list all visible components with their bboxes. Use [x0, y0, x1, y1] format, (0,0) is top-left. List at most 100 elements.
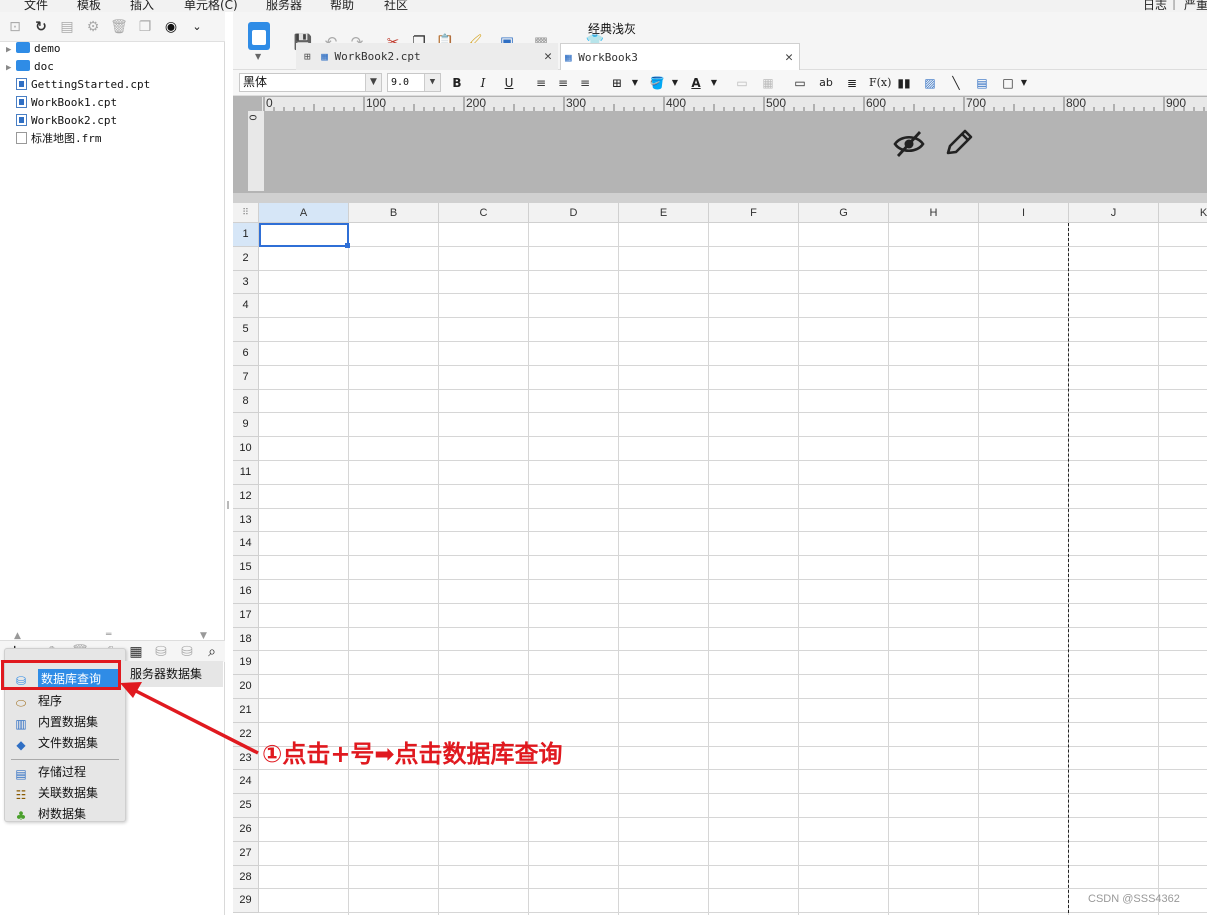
panel-splitter[interactable]: ‖: [226, 500, 230, 509]
italic-icon[interactable]: I: [474, 74, 492, 92]
row-header-25[interactable]: 25: [233, 794, 259, 818]
eye-hidden-icon[interactable]: [893, 130, 925, 158]
menu-severity[interactable]: 严重: [1184, 0, 1207, 12]
spreadsheet-grid[interactable]: ⠿ ABCDEFGHIJK 1 2 3 4 5 6 7 8 9 10 11 12 13 14 15 16 17 1…: [233, 203, 1207, 915]
tree-item-demo[interactable]: ▶ demo: [6, 40, 61, 58]
chevron-down-icon[interactable]: ▼: [705, 74, 723, 92]
unmerge-icon[interactable]: ▦: [759, 74, 777, 92]
menu-help[interactable]: 帮助: [330, 0, 354, 12]
expand-arrow-icon[interactable]: ▶: [6, 59, 16, 77]
menu-insert[interactable]: 插入: [130, 0, 154, 12]
column-header-e[interactable]: E: [619, 203, 709, 223]
insert-text-icon[interactable]: ▭: [791, 74, 809, 92]
menu-log[interactable]: 日志: [1143, 0, 1167, 12]
row-header-9[interactable]: 9: [233, 413, 259, 438]
underline-icon[interactable]: U: [500, 74, 518, 92]
tree-item-workbook1[interactable]: WorkBook1.cpt: [6, 94, 117, 112]
search-icon[interactable]: ⌕: [203, 643, 221, 661]
menu-community[interactable]: 社区: [384, 0, 408, 12]
tab-workbook2[interactable]: ⊞ ▦ WorkBook2.cpt ✕: [296, 43, 558, 70]
row-header-27[interactable]: 27: [233, 841, 259, 866]
merge-icon[interactable]: ▭: [733, 74, 751, 92]
font-size-select[interactable]: 9.0 ▼: [387, 73, 441, 92]
fill-handle[interactable]: [345, 243, 350, 248]
font-color-icon[interactable]: A: [687, 74, 705, 92]
menu-item-file[interactable]: ◆ 文件数据集: [13, 733, 98, 753]
settings-icon[interactable]: ⚙: [84, 18, 102, 36]
copy-icon[interactable]: ❐: [136, 18, 154, 36]
row-header-13[interactable]: 13: [233, 508, 259, 533]
formula-icon[interactable]: F(x): [869, 74, 891, 92]
header-separator[interactable]: [233, 193, 1207, 203]
row-header-3[interactable]: 3: [233, 270, 259, 295]
tree-item-workbook2[interactable]: WorkBook2.cpt: [6, 112, 117, 130]
chevron-down-icon[interactable]: ▼: [424, 74, 440, 91]
new-folder-icon[interactable]: ⊡: [6, 18, 24, 36]
delete-icon[interactable]: 🗑: [110, 18, 128, 36]
slash-icon[interactable]: ╲: [947, 74, 965, 92]
chart-icon[interactable]: ▮▮: [895, 74, 913, 92]
menu-cell[interactable]: 单元格(C): [184, 0, 238, 12]
row-header-7[interactable]: 7: [233, 365, 259, 390]
row-header-19[interactable]: 19: [233, 651, 259, 676]
column-header-i[interactable]: I: [979, 203, 1069, 223]
pencil-icon[interactable]: [943, 128, 975, 158]
row-header-12[interactable]: 12: [233, 484, 259, 509]
chevron-down-icon[interactable]: ▼: [255, 52, 261, 61]
db-cache-icon[interactable]: ⛁: [152, 643, 170, 661]
column-header-j[interactable]: J: [1069, 203, 1159, 223]
row-header-29[interactable]: 29: [233, 889, 259, 914]
locate-icon[interactable]: ◉: [162, 18, 180, 36]
row-header-4[interactable]: 4: [233, 294, 259, 319]
column-header-c[interactable]: C: [439, 203, 529, 223]
column-header-d[interactable]: D: [529, 203, 619, 223]
row-header-16[interactable]: 16: [233, 580, 259, 604]
row-header-23[interactable]: 23: [233, 746, 259, 771]
column-header-k[interactable]: K: [1159, 203, 1207, 223]
theme-label[interactable]: 经典浅灰: [588, 20, 636, 38]
row-header-14[interactable]: 14: [233, 532, 259, 557]
chevron-down-icon[interactable]: ▼: [666, 74, 684, 92]
row-header-2[interactable]: 2: [233, 246, 259, 271]
refresh-icon[interactable]: ↻: [32, 18, 50, 36]
row-header-28[interactable]: 28: [233, 865, 259, 890]
tab-workbook3[interactable]: ▦ WorkBook3 ✕: [560, 43, 800, 70]
bold-icon[interactable]: B: [448, 74, 466, 92]
align-right-icon[interactable]: ≡: [576, 74, 594, 92]
row-header-10[interactable]: 10: [233, 437, 259, 461]
server-dataset-tab[interactable]: 服务器数据集: [123, 661, 223, 687]
menu-item-tree[interactable]: ♣ 树数据集: [13, 804, 86, 824]
close-icon[interactable]: ✕: [785, 44, 793, 71]
row-header-21[interactable]: 21: [233, 699, 259, 723]
row-header-6[interactable]: 6: [233, 342, 259, 366]
align-center-icon[interactable]: ≡: [554, 74, 572, 92]
menu-item-builtin[interactable]: ▥ 内置数据集: [13, 712, 98, 732]
row-header-24[interactable]: 24: [233, 770, 259, 795]
row-header-1[interactable]: 1: [233, 223, 259, 247]
row-header-5[interactable]: 5: [233, 318, 259, 342]
row-header-18[interactable]: 18: [233, 627, 259, 652]
select-all-corner[interactable]: ⠿: [233, 203, 259, 223]
open-icon[interactable]: ▤: [58, 18, 76, 36]
subreport-icon[interactable]: ▤: [973, 74, 991, 92]
param-icon[interactable]: ▦: [127, 643, 145, 661]
image-icon[interactable]: ▨: [921, 74, 939, 92]
tree-item-doc[interactable]: ▶ doc: [6, 58, 54, 76]
menu-template[interactable]: 模板: [77, 0, 101, 12]
row-header-15[interactable]: 15: [233, 556, 259, 580]
text-ab-icon[interactable]: ab: [817, 74, 835, 92]
row-header-8[interactable]: 8: [233, 389, 259, 414]
expand-arrow-icon[interactable]: ▶: [6, 41, 16, 59]
tree-item-map[interactable]: 标准地图.frm: [6, 130, 102, 148]
tree-item-gettingstarted[interactable]: GettingStarted.cpt: [6, 76, 150, 94]
menu-item-relation[interactable]: ☷ 关联数据集: [13, 783, 98, 803]
chevron-down-icon[interactable]: ▼: [1015, 74, 1033, 92]
column-header-b[interactable]: B: [349, 203, 439, 223]
column-header-a[interactable]: A: [259, 203, 349, 223]
menu-file[interactable]: 文件: [24, 0, 48, 12]
chevron-down-icon[interactable]: ▼: [365, 74, 381, 91]
close-icon[interactable]: ✕: [544, 43, 552, 70]
row-header-26[interactable]: 26: [233, 818, 259, 842]
font-family-select[interactable]: 黑体 ▼: [239, 73, 382, 92]
panel-grip-icon[interactable]: ═: [106, 630, 111, 640]
